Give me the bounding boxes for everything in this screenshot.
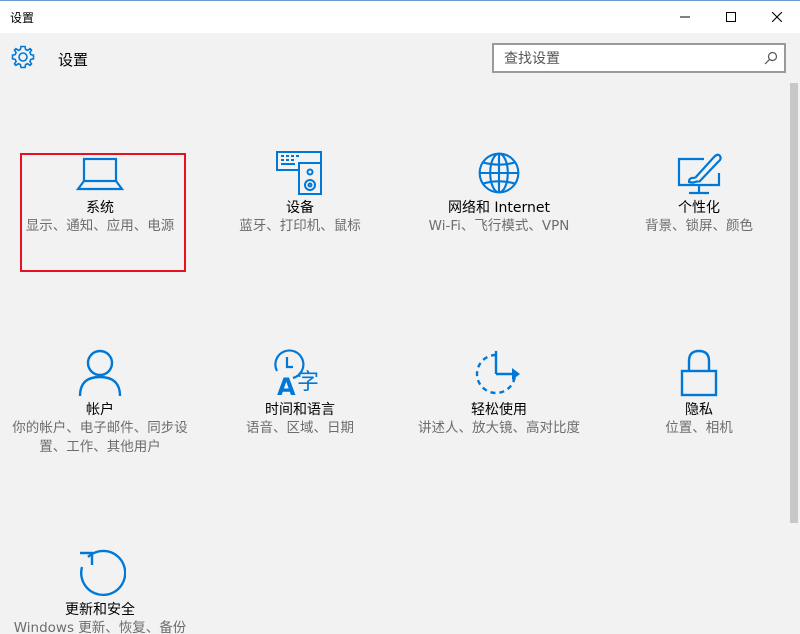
tile-description: 你的帐户、电子邮件、同步设置、工作、其他用户 <box>12 420 188 455</box>
ease-of-access-icon <box>475 351 520 395</box>
tile-ease-of-access[interactable]: 轻松使用 讲述人、放大镜、高对比度 <box>409 349 589 438</box>
globe-icon <box>478 152 520 194</box>
gear-icon <box>11 45 35 69</box>
tile-description: Windows 更新、恢复、备份 <box>13 620 187 634</box>
tile-name: 更新和安全 <box>65 602 135 618</box>
tile-devices[interactable]: 设备 蓝牙、打印机、鼠标 <box>210 151 390 236</box>
tile-name: 个性化 <box>678 200 720 216</box>
tile-name: 设备 <box>286 200 314 216</box>
svg-text:A: A <box>277 373 296 397</box>
personalization-icon <box>677 153 722 195</box>
minimize-button[interactable] <box>662 1 708 33</box>
tile-network[interactable]: 网络和 Internet Wi-Fi、飞行模式、VPN <box>409 151 589 236</box>
devices-icon <box>276 151 322 195</box>
tile-description: 背景、锁屏、颜色 <box>645 218 753 234</box>
maximize-button[interactable] <box>708 1 754 33</box>
maximize-icon <box>726 12 736 22</box>
page-title: 设置 <box>58 51 89 69</box>
tile-name: 轻松使用 <box>471 402 527 418</box>
tile-personalization[interactable]: 个性化 背景、锁屏、颜色 <box>609 151 789 236</box>
tile-name: 网络和 Internet <box>447 200 551 216</box>
tile-time-language[interactable]: A 字 时间和语言 语音、区域、日期 <box>210 349 390 438</box>
selection-highlight <box>20 153 186 272</box>
close-icon <box>772 12 782 22</box>
update-icon <box>80 549 126 597</box>
tile-description: 语音、区域、日期 <box>246 420 354 436</box>
tile-accounts[interactable]: 帐户 你的帐户、电子邮件、同步设置、工作、其他用户 <box>10 349 190 457</box>
close-button[interactable] <box>754 1 800 33</box>
search-box[interactable] <box>492 43 786 73</box>
search-input[interactable] <box>502 48 756 70</box>
settings-header: 设置 <box>0 33 800 83</box>
window-title: 设置 <box>10 11 35 25</box>
scrollbar[interactable] <box>790 83 798 523</box>
tile-privacy[interactable]: 隐私 位置、相机 <box>609 349 789 438</box>
time-language-icon: A 字 <box>274 349 319 397</box>
tile-name: 隐私 <box>685 402 713 418</box>
settings-window: 设置 设置 查找设置 系统 显示、通知、应用、电源 设备 蓝牙、打印机、鼠标 网… <box>0 0 800 634</box>
tile-name: 帐户 <box>86 402 114 418</box>
tile-description: 讲述人、放大镜、高对比度 <box>418 420 580 436</box>
search-icon[interactable] <box>764 51 778 65</box>
tile-description: 位置、相机 <box>665 420 733 436</box>
minimize-icon <box>680 16 690 18</box>
tile-name: 时间和语言 <box>265 402 335 418</box>
tile-update-security[interactable]: 更新和安全 Windows 更新、恢复、备份 <box>10 549 190 634</box>
svg-text:字: 字 <box>297 370 319 395</box>
person-icon <box>78 349 122 397</box>
tile-description: 蓝牙、打印机、鼠标 <box>239 218 361 234</box>
tile-description: Wi-Fi、飞行模式、VPN <box>428 218 570 234</box>
lock-icon <box>680 349 718 397</box>
title-bar: 设置 <box>0 1 800 33</box>
